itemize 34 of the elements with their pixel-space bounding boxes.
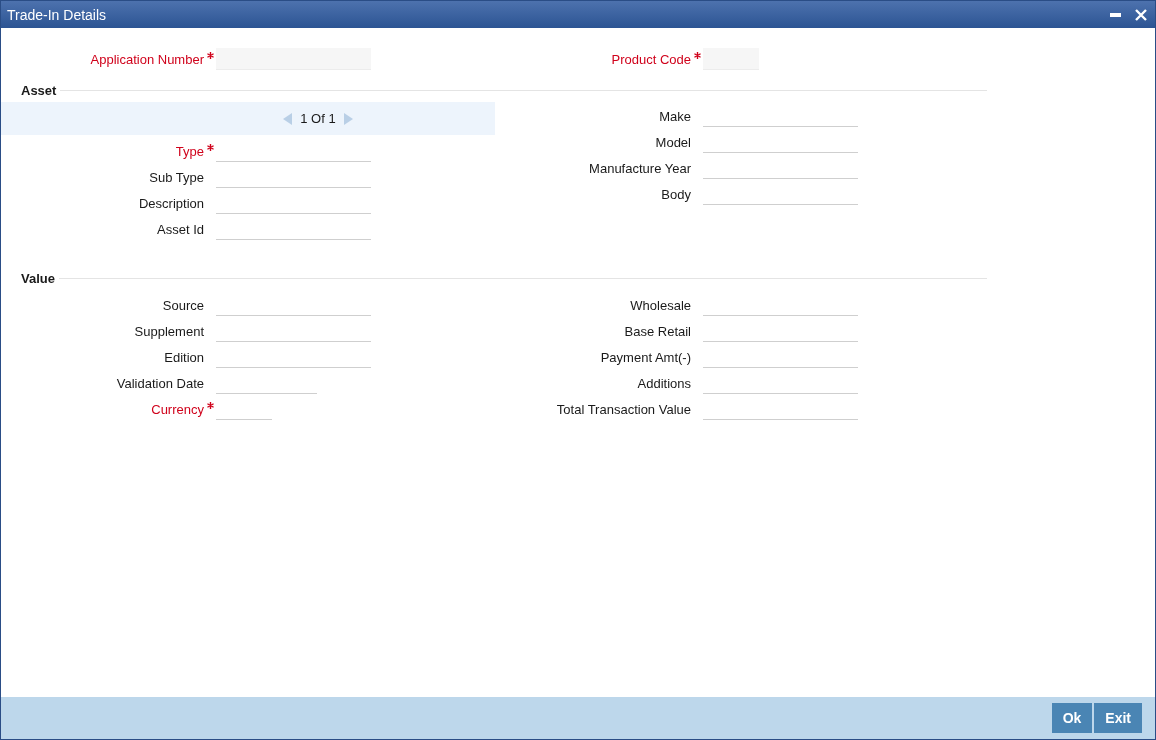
dialog-button[interactable]: Exit — [1094, 703, 1142, 733]
section-heading: Value — [21, 270, 55, 286]
field-label: Currency — [150, 401, 204, 417]
required-asterisk-icon — [206, 52, 214, 59]
field-label: Application Number — [89, 51, 204, 67]
minimize-icon[interactable] — [1110, 12, 1121, 17]
dialog-button[interactable]: Ok — [1051, 703, 1093, 733]
field-label: Make — [658, 108, 691, 124]
required-asterisk-icon — [693, 52, 701, 59]
field-label: Validation Date — [115, 375, 204, 391]
field-label: Body — [660, 186, 691, 202]
field-label: Manufacture Year — [588, 160, 691, 176]
previous-arrow-icon[interactable] — [283, 112, 293, 125]
field-label: Base Retail — [623, 323, 691, 339]
field-label: Total Transaction Value — [555, 401, 691, 417]
field-label: Additions — [636, 375, 691, 391]
required-asterisk-icon — [206, 144, 214, 151]
close-icon[interactable] — [1135, 8, 1147, 21]
field-label: Model — [654, 134, 691, 150]
field-label: Sub Type — [148, 169, 204, 185]
page-counter: 1 Of 1 — [300, 111, 336, 126]
field-label: Payment Amt(-) — [599, 349, 691, 365]
field-label: Asset Id — [156, 221, 204, 237]
next-arrow-icon[interactable] — [343, 112, 353, 125]
required-asterisk-icon — [206, 402, 214, 409]
field-label: Supplement — [133, 323, 204, 339]
field-label: Edition — [163, 349, 204, 365]
field-label: Wholesale — [629, 297, 691, 313]
section-heading: Asset — [21, 82, 57, 98]
window-title: Trade-In Details — [7, 6, 107, 23]
field-label: Product Code — [610, 51, 691, 67]
field-label: Description — [137, 195, 204, 211]
field-label: Type — [174, 143, 204, 159]
field-label: Source — [161, 297, 204, 313]
